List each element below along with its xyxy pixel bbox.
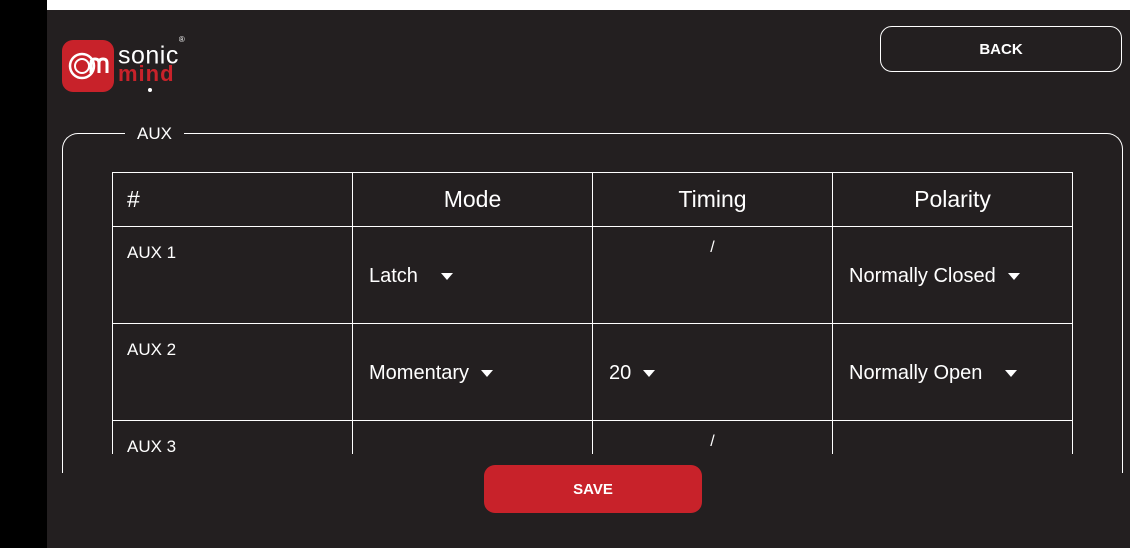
column-header-mode: Mode xyxy=(352,172,593,227)
device-bezel xyxy=(0,0,47,548)
caret-down-icon xyxy=(1005,370,1018,377)
row-label-cell: AUX 1 xyxy=(112,226,353,324)
timing-value: 20 xyxy=(609,362,632,384)
row-label-cell: AUX 2 xyxy=(112,323,353,421)
polarity-cell xyxy=(832,420,1073,454)
table-header-row: # Mode Timing Polarity xyxy=(112,172,1073,227)
timing-value: / xyxy=(710,239,715,256)
back-button[interactable]: BACK xyxy=(880,26,1122,72)
timing-dropdown[interactable]: 20 xyxy=(609,362,656,385)
row-label: AUX 3 xyxy=(127,437,177,454)
timing-value: / xyxy=(710,433,715,450)
row-label-cell: AUX 3 xyxy=(112,420,353,454)
save-button[interactable]: SAVE xyxy=(484,465,702,513)
mode-cell xyxy=(352,420,593,454)
aux-table: # Mode Timing Polarity AUX 1 Latch / Nor… xyxy=(112,172,1073,454)
mode-dropdown[interactable]: Latch xyxy=(369,265,453,288)
polarity-dropdown[interactable]: Normally Open xyxy=(849,362,1018,385)
polarity-cell: Normally Open xyxy=(832,323,1073,421)
mode-value: Momentary xyxy=(369,362,470,384)
logo-mark-icon xyxy=(62,40,114,92)
caret-down-icon xyxy=(440,273,453,280)
logo-wordmark-mind: mind xyxy=(118,61,175,86)
mode-cell: Latch xyxy=(352,226,593,324)
timing-cell: / xyxy=(592,420,833,454)
aux-section-title: AUX xyxy=(125,123,184,145)
logo-dot xyxy=(148,88,152,92)
mode-value: Latch xyxy=(369,265,418,287)
timing-cell: / xyxy=(592,226,833,324)
mode-cell: Momentary xyxy=(352,323,593,421)
column-header-number: # xyxy=(112,172,353,227)
sonic-mind-logo: sonic® mind xyxy=(62,35,202,96)
row-label: AUX 2 xyxy=(127,340,177,359)
polarity-dropdown[interactable]: Normally Closed xyxy=(849,265,1020,288)
aux-table-container[interactable]: # Mode Timing Polarity AUX 1 Latch / Nor… xyxy=(112,172,1074,454)
column-header-polarity: Polarity xyxy=(832,172,1073,227)
table-row: AUX 2 Momentary 20 Normally Open xyxy=(112,323,1073,421)
caret-down-icon xyxy=(643,370,656,377)
caret-down-icon xyxy=(1007,273,1020,280)
polarity-value: Normally Open xyxy=(849,362,983,384)
timing-cell: 20 xyxy=(592,323,833,421)
column-header-timing: Timing xyxy=(592,172,833,227)
caret-down-icon xyxy=(481,370,494,377)
table-row: AUX 1 Latch / Normally Closed xyxy=(112,226,1073,324)
mode-dropdown[interactable]: Momentary xyxy=(369,362,494,385)
polarity-cell: Normally Closed xyxy=(832,226,1073,324)
table-row: AUX 3 / xyxy=(112,420,1073,454)
polarity-value: Normally Closed xyxy=(849,265,996,287)
row-label: AUX 1 xyxy=(127,243,177,262)
